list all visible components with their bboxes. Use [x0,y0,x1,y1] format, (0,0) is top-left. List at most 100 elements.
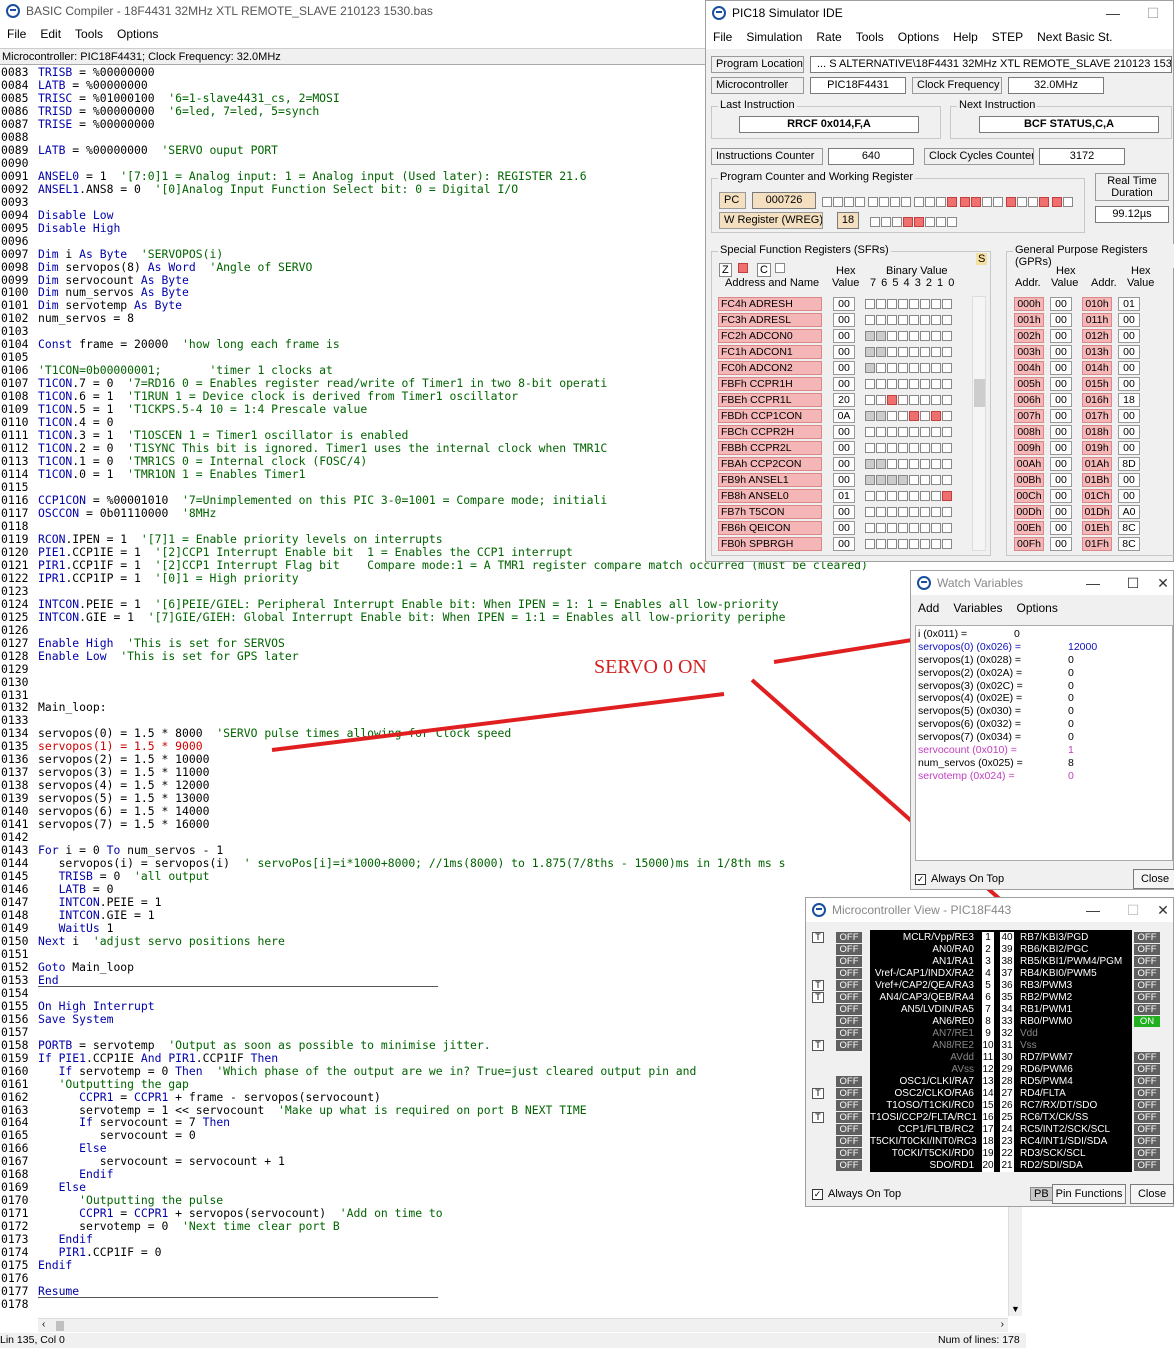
gpr-row[interactable]: 006h 00 016h 18 [1014,392,1140,408]
sfr-row[interactable]: FC2h ADCON0 00 [718,328,953,344]
pin-state-left[interactable]: OFF [836,932,862,943]
mcu-always-on-top[interactable]: ✓ Always On Top [812,1188,901,1200]
gpr-row[interactable]: 009h 00 019h 00 [1014,440,1140,456]
gpr-value[interactable]: 00 [1050,377,1072,391]
gpr-value[interactable]: 00 [1118,425,1140,439]
sfr-hex[interactable]: 00 [833,297,855,311]
gpr-value[interactable]: 00 [1118,409,1140,423]
pin-state-left[interactable]: OFF [836,1124,862,1135]
pin-state-right[interactable]: OFF [1134,956,1160,967]
pin-state-right[interactable]: OFF [1134,1160,1160,1171]
gpr-value[interactable]: 00 [1118,473,1140,487]
watch-variable-row[interactable]: servocount (0x010) = 1 [918,744,1170,757]
sfr-bits[interactable] [865,443,953,453]
gpr-row[interactable]: 00Ah 00 01Ah 8D [1014,456,1140,472]
sfr-hex[interactable]: 00 [833,473,855,487]
sfr-hex[interactable]: 01 [833,489,855,503]
watch-variable-row[interactable]: servopos(3) (0x02C) = 0 [918,680,1170,693]
gpr-value[interactable]: 00 [1118,489,1140,503]
sfr-row[interactable]: FB9h ANSEL1 00 [718,472,953,488]
gpr-value[interactable]: 00 [1050,521,1072,535]
pin-state-left[interactable]: OFF [836,992,862,1003]
tris-toggle-left[interactable]: T [812,932,824,943]
gpr-value[interactable]: 00 [1118,345,1140,359]
sim-menu-rate[interactable]: Rate [809,30,848,44]
watch-variable-row[interactable]: i (0x011) = 0 [918,628,1170,641]
pin-state-left[interactable]: OFF [836,1136,862,1147]
sim-menu-step[interactable]: STEP [985,30,1030,44]
sfr-bits[interactable] [865,475,953,485]
watch-variable-row[interactable]: servopos(7) (0x034) = 0 [918,731,1170,744]
sfr-row[interactable]: FBBh CCPR2L 00 [718,440,953,456]
sfr-bits[interactable] [865,331,953,341]
gpr-value[interactable]: 00 [1118,361,1140,375]
gpr-value[interactable]: 00 [1050,329,1072,343]
gpr-row[interactable]: 00Fh 00 01Fh 8C [1014,536,1140,552]
sim-menu-help[interactable]: Help [946,30,985,44]
sfr-row[interactable]: FBEh CCPR1L 20 [718,392,953,408]
gpr-value[interactable]: 00 [1050,393,1072,407]
watch-variable-row[interactable]: servopos(0) (0x026) = 12000 [918,641,1170,654]
gpr-row[interactable]: 003h 00 013h 00 [1014,344,1140,360]
pin-state-right[interactable]: OFF [1134,968,1160,979]
gpr-value[interactable]: 8C [1118,537,1140,551]
watch-minimize-icon[interactable]: — [1073,575,1113,592]
sfr-hex[interactable]: 00 [833,505,855,519]
gpr-value[interactable]: 00 [1050,441,1072,455]
pin-state-left[interactable]: OFF [836,1076,862,1087]
pin-state-left[interactable]: OFF [836,1088,862,1099]
pin-state-left[interactable]: OFF [836,1040,862,1051]
sfr-bits[interactable] [865,299,953,309]
gpr-row[interactable]: 007h 00 017h 00 [1014,408,1140,424]
sfr-row[interactable]: FB8h ANSEL0 01 [718,488,953,504]
gpr-value[interactable]: 00 [1050,409,1072,423]
tris-toggle-left[interactable]: T [812,980,824,991]
sfr-row[interactable]: FB6h QEICON 00 [718,520,953,536]
gpr-row[interactable]: 004h 00 014h 00 [1014,360,1140,376]
pin-state-right[interactable]: OFF [1134,932,1160,943]
pin-state-right[interactable]: OFF [1134,1004,1160,1015]
gpr-value[interactable]: 00 [1050,473,1072,487]
sfr-bits[interactable] [865,411,953,421]
gpr-value[interactable]: 00 [1050,489,1072,503]
sfr-row[interactable]: FB7h T5CON 00 [718,504,953,520]
sim-menu-file[interactable]: File [706,30,739,44]
sfr-row[interactable]: FC4h ADRESH 00 [718,296,953,312]
minimize-icon[interactable]: — [1093,5,1133,22]
gpr-value[interactable]: 00 [1118,329,1140,343]
sfr-bits[interactable] [865,379,953,389]
watch-menu-variables[interactable]: Variables [946,601,1009,615]
gpr-row[interactable]: 002h 00 012h 00 [1014,328,1140,344]
sfr-bits[interactable] [865,507,953,517]
pin-state-right[interactable]: OFF [1134,1136,1160,1147]
sfr-hex[interactable]: 00 [833,313,855,327]
watch-menu-add[interactable]: Add [911,601,946,615]
mcu-close-button[interactable]: Close [1130,1184,1174,1204]
pin-state-left[interactable]: OFF [836,1004,862,1015]
sfr-hex[interactable]: 00 [833,345,855,359]
pin-state-right[interactable]: OFF [1134,1112,1160,1123]
sfr-scrollbar[interactable] [972,296,986,551]
gpr-value[interactable]: 00 [1050,425,1072,439]
pin-state-left[interactable]: OFF [836,1112,862,1123]
sfr-hex[interactable]: 00 [833,361,855,375]
watch-variable-row[interactable]: servopos(1) (0x028) = 0 [918,654,1170,667]
watch-close-icon[interactable]: ✕ [1153,575,1173,592]
gpr-value[interactable]: 00 [1118,441,1140,455]
sfr-row[interactable]: FC0h ADCON2 00 [718,360,953,376]
gpr-row[interactable]: 005h 00 015h 00 [1014,376,1140,392]
pin-state-right[interactable]: OFF [1134,992,1160,1003]
tris-toggle-left[interactable]: T [812,1088,824,1099]
maximize-icon[interactable]: ☐ [1133,5,1173,22]
pin-state-rb0-on[interactable]: ON [1134,1016,1160,1027]
sim-menu-next-basic[interactable]: Next Basic St. [1030,30,1119,44]
gpr-value[interactable]: A0 [1118,505,1140,519]
sfr-hex[interactable]: 00 [833,521,855,535]
pin-state-left[interactable]: OFF [836,980,862,991]
sfr-hex[interactable]: 20 [833,393,855,407]
watch-variable-row[interactable]: servopos(5) (0x030) = 0 [918,705,1170,718]
pin-state-right[interactable]: OFF [1134,1052,1160,1063]
watch-always-on-top[interactable]: ✓ Always On Top [915,873,1004,885]
pin-functions-button[interactable]: Pin Functions [1052,1184,1126,1204]
gpr-value[interactable]: 00 [1050,313,1072,327]
